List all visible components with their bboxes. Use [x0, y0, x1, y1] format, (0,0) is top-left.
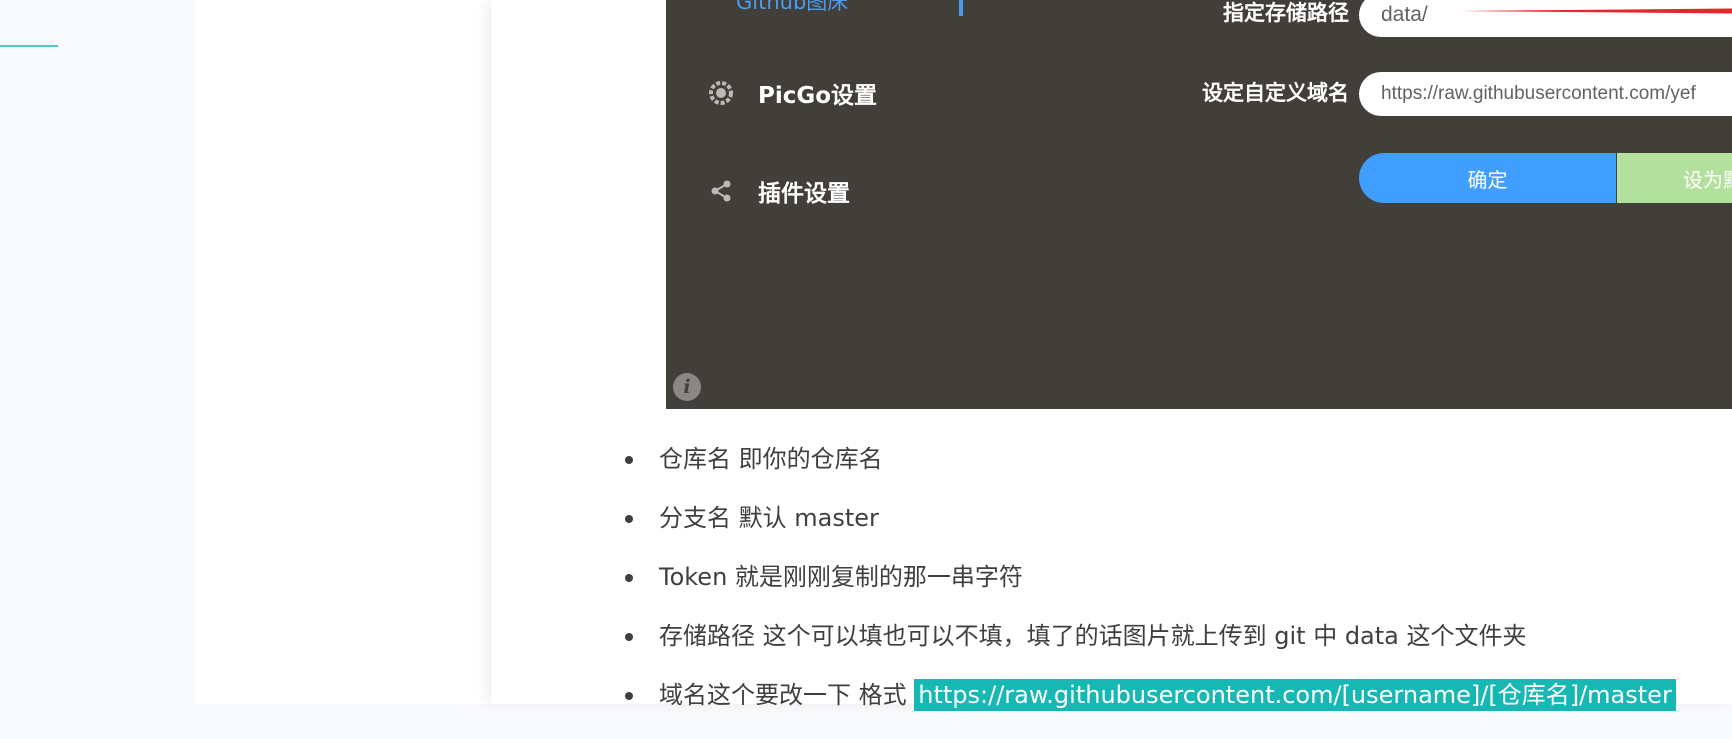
set-default-button: 设为默认	[1617, 153, 1732, 203]
nav-item-label: 插件设置	[758, 181, 850, 207]
article-content: Github图床 PicGo设置 插件设置 指定存储路径 data/ 设定自定义…	[491, 0, 1732, 711]
list-item-text: 存储路径 这个可以填也可以不填，填了的话图片就上传到 git 中 data 这个…	[659, 622, 1527, 650]
list-item: 存储路径 这个可以填也可以不填，填了的话图片就上传到 git 中 data 这个…	[491, 621, 1676, 680]
bullet	[625, 692, 633, 700]
list-item: Token 就是刚刚复制的那一串字符	[491, 562, 1676, 621]
content-gutter	[195, 0, 491, 704]
nav-item-plugin-settings: 插件设置	[706, 174, 850, 208]
nav-active-bar	[959, 0, 963, 16]
nav-item-picgo-settings: PicGo设置	[706, 76, 877, 110]
custom-domain-input: https://raw.githubusercontent.com/yef	[1359, 72, 1732, 116]
embedded-screenshot: Github图床 PicGo设置 插件设置 指定存储路径 data/ 设定自定义…	[666, 0, 1732, 409]
nav-item-label: PicGo设置	[758, 83, 878, 109]
share-icon	[706, 176, 736, 206]
storage-path-value: data/	[1381, 3, 1428, 26]
info-icon: i	[673, 373, 701, 401]
list-item: 仓库名 即你的仓库名	[491, 444, 1676, 503]
custom-domain-value: https://raw.githubusercontent.com/yef	[1381, 83, 1696, 104]
list-item: 域名这个要改一下 格式 https://raw.githubuserconten…	[491, 679, 1676, 739]
bullet	[625, 515, 633, 523]
sidebar	[0, 0, 195, 704]
list-item-text: 分支名 默认 master	[659, 504, 879, 532]
bullet	[625, 574, 633, 582]
list-item: 分支名 默认 master	[491, 503, 1676, 562]
list-item-text: 仓库名 即你的仓库名	[659, 445, 883, 473]
bullet	[625, 456, 633, 464]
storage-path-input: data/	[1359, 0, 1732, 37]
config-instructions-list: 仓库名 即你的仓库名 分支名 默认 master Token 就是刚刚复制的那一…	[491, 444, 1676, 739]
domain-format-highlight: https://raw.githubusercontent.com/[usern…	[914, 679, 1676, 711]
nav-item-github: Github图床	[736, 0, 849, 14]
confirm-button: 确定	[1359, 153, 1616, 203]
list-item-text: 域名这个要改一下 格式	[659, 681, 915, 709]
storage-path-label: 指定存储路径	[1223, 1, 1349, 25]
list-item-text: Token 就是刚刚复制的那一串字符	[659, 563, 1023, 591]
red-arrow-annotation	[1459, 8, 1732, 14]
custom-domain-label: 设定自定义域名	[1202, 81, 1349, 105]
gear-icon	[706, 78, 736, 108]
bullet	[625, 633, 633, 641]
sidebar-active-indicator	[0, 45, 58, 47]
